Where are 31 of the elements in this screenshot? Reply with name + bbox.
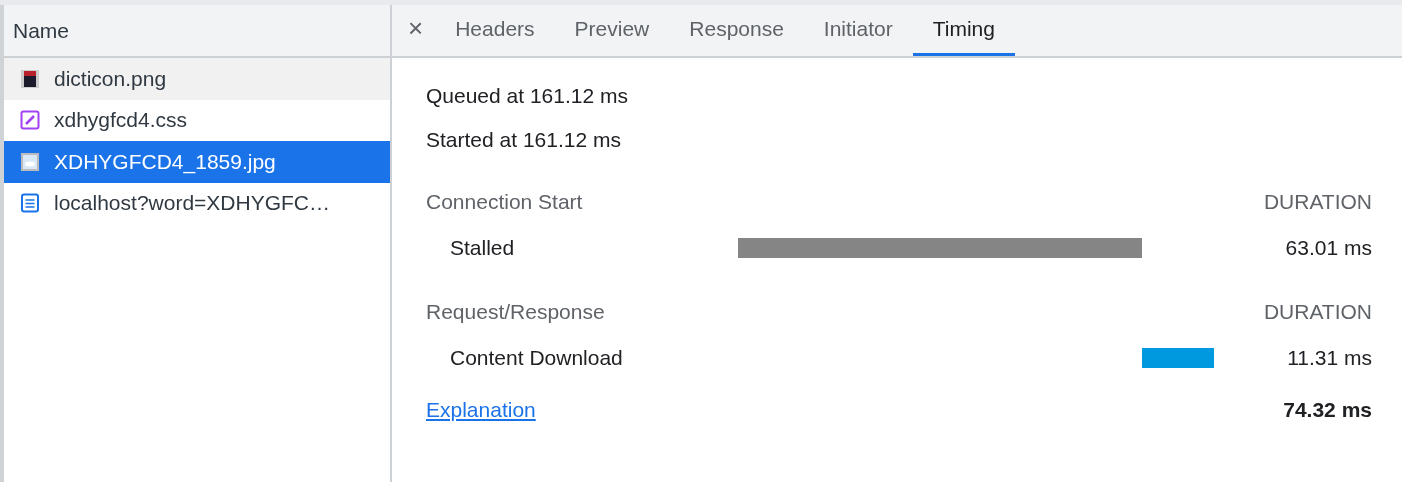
explanation-link[interactable]: Explanation <box>426 398 536 422</box>
phase-duration: 11.31 ms <box>1287 346 1372 370</box>
request-row[interactable]: localhost?word=XDHYGFC… <box>4 182 390 224</box>
request-name: dicticon.png <box>54 66 167 91</box>
pencil-file-icon <box>20 110 40 131</box>
image-file-icon <box>20 68 40 89</box>
tab[interactable]: Initiator <box>803 5 913 56</box>
request-row[interactable]: dicticon.png <box>4 58 390 100</box>
column-header[interactable]: Name <box>4 5 390 58</box>
tab[interactable]: Headers <box>435 5 555 56</box>
duration-heading: DURATION <box>1263 300 1372 324</box>
total-duration: 74.32 ms <box>1283 398 1372 422</box>
phase-name: Stalled <box>449 236 516 260</box>
request-row[interactable]: XDHYGFCD4_1859.jpg <box>4 141 390 183</box>
section-title: Connection Start <box>426 190 583 214</box>
phase-duration: 63.01 ms <box>1285 236 1372 260</box>
tab[interactable]: Preview <box>554 5 670 56</box>
tab[interactable]: Response <box>669 5 804 56</box>
document-icon <box>20 193 40 214</box>
queued-text: Queued at 161.12 ms <box>426 84 629 109</box>
section-title: Request/Response <box>426 300 605 324</box>
tab[interactable]: Timing <box>912 5 1015 56</box>
phase-name: Content Download <box>449 346 624 370</box>
close-button[interactable]: × <box>406 5 436 56</box>
request-row[interactable]: xdhygfcd4.css <box>4 99 390 141</box>
duration-heading: DURATION <box>1263 190 1372 214</box>
request-name: xdhygfcd4.css <box>54 108 188 133</box>
request-name: XDHYGFCD4_1859.jpg <box>54 149 276 174</box>
image-file-icon <box>20 151 40 172</box>
request-name: localhost?word=XDHYGFC… <box>54 191 330 216</box>
started-text: Started at 161.12 ms <box>426 128 622 153</box>
